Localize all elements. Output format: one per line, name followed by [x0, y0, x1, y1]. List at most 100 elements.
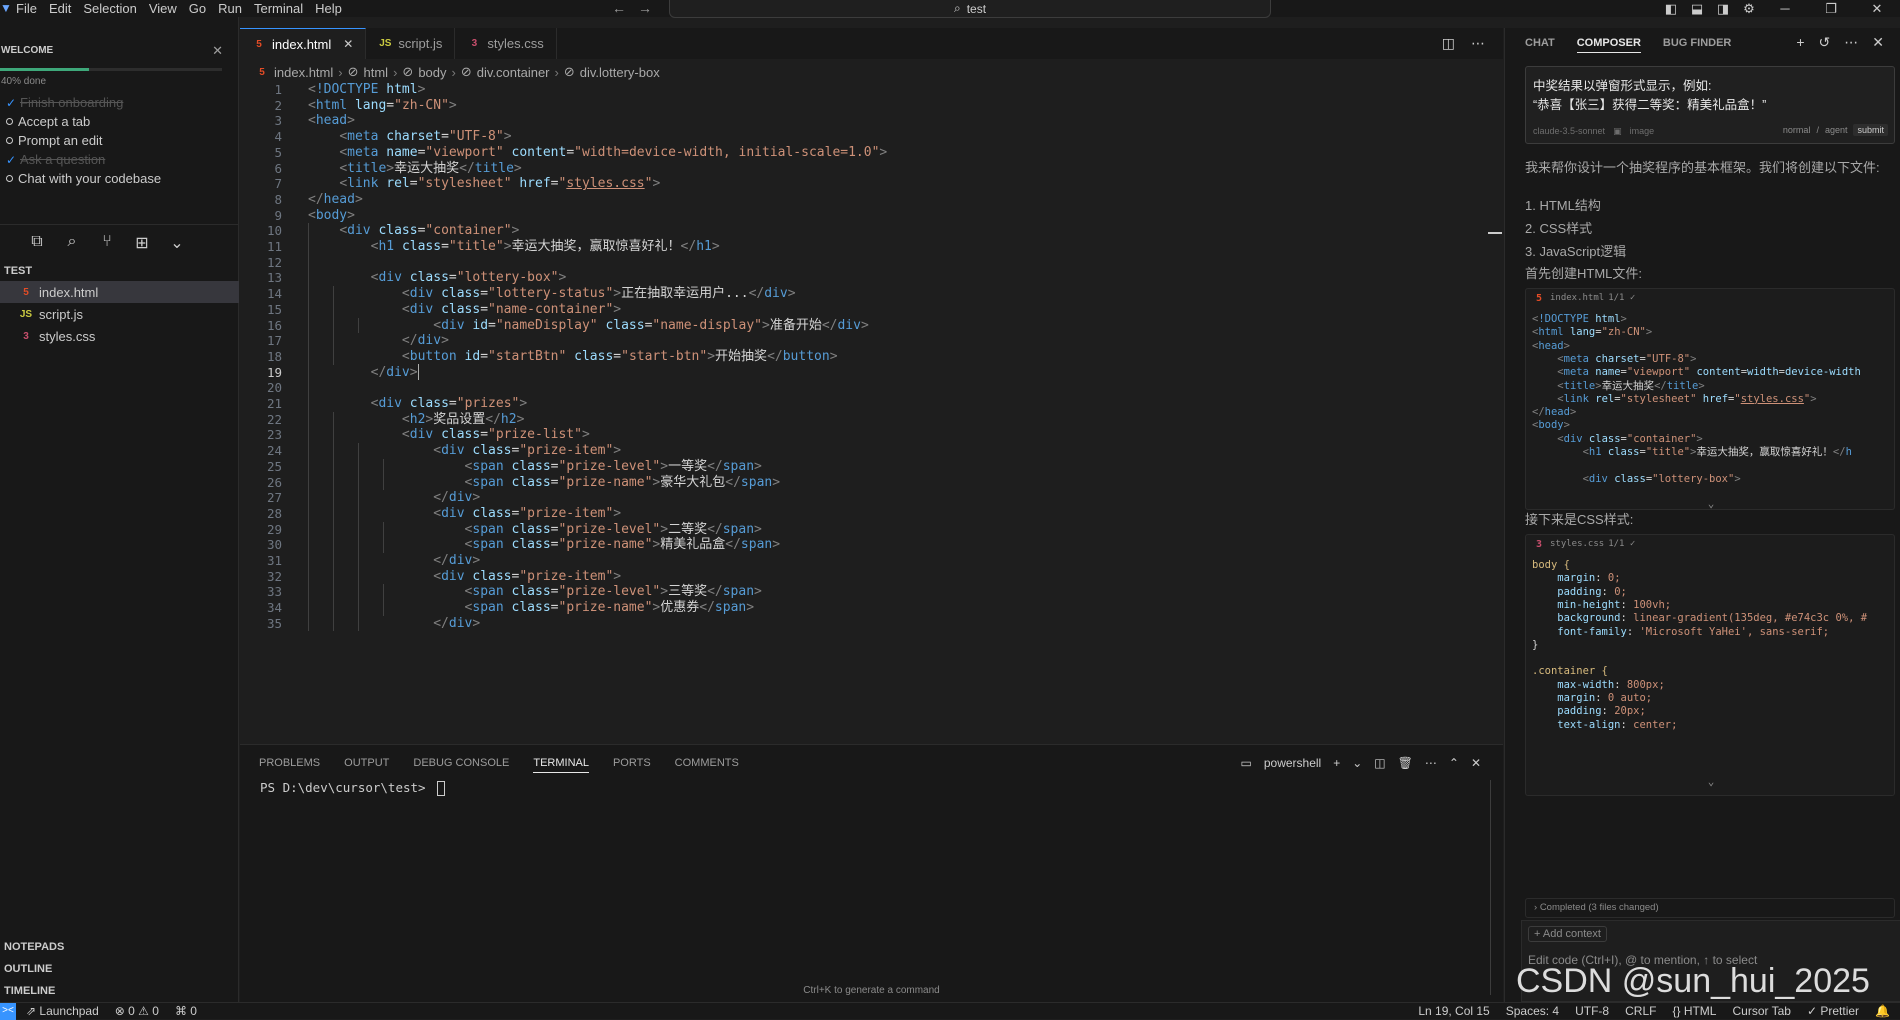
extensions-icon[interactable]: ⊞ — [133, 233, 151, 253]
tab-output[interactable]: OUTPUT — [344, 757, 389, 773]
command-center-search[interactable]: ⌕ test — [669, 0, 1271, 18]
terminal-output[interactable]: PS D:\dev\cursor\test> — [260, 780, 446, 796]
breadcrumb-item[interactable]: body — [418, 65, 446, 80]
code-card-file[interactable]: styles.css — [1550, 539, 1604, 549]
end-of-line[interactable]: CRLF — [1625, 1003, 1656, 1019]
menu-go[interactable]: Go — [183, 0, 212, 17]
chevron-down-icon[interactable]: ⌄ — [1352, 756, 1362, 770]
toggle-secondary-sidebar-icon[interactable]: ◨ — [1710, 0, 1736, 17]
tab-comments[interactable]: COMMENTS — [675, 757, 739, 773]
mode-agent[interactable]: agent — [1825, 125, 1848, 135]
explorer-file-index-html[interactable]: 5 index.html — [0, 281, 239, 303]
tab-ports[interactable]: PORTS — [613, 757, 651, 773]
chevron-right-icon: › — [554, 64, 559, 80]
indentation[interactable]: Spaces: 4 — [1506, 1003, 1559, 1019]
menu-view[interactable]: View — [143, 0, 183, 17]
menu-edit[interactable]: Edit — [43, 0, 77, 17]
back-arrow-icon[interactable]: ← — [612, 0, 626, 17]
menu-help[interactable]: Help — [309, 0, 348, 17]
menu-file[interactable]: File — [10, 0, 43, 17]
onboarding-item-prompt-edit[interactable]: Prompt an edit — [6, 133, 103, 148]
encoding[interactable]: UTF-8 — [1575, 1003, 1609, 1019]
completed-summary[interactable]: › Completed (3 files changed) — [1525, 898, 1895, 918]
close-window-icon[interactable]: ✕ — [1854, 0, 1900, 17]
explorer-file-styles-css[interactable]: 3 styles.css — [0, 325, 239, 347]
tab-debug-console[interactable]: DEBUG CONSOLE — [413, 757, 509, 773]
onboarding-item-finish[interactable]: ✓ Finish onboarding — [6, 95, 123, 110]
explorer-file-script-js[interactable]: JS script.js — [0, 303, 239, 325]
toggle-panel-icon[interactable]: ⬓ — [1684, 0, 1710, 17]
close-panel-icon[interactable]: ✕ — [1471, 756, 1481, 770]
new-terminal-icon[interactable]: + — [1333, 756, 1340, 770]
chevron-down-icon[interactable]: ⌄ — [168, 233, 186, 253]
maximize-panel-icon[interactable]: ⌃ — [1449, 756, 1459, 770]
trash-icon[interactable]: 🗑 — [1398, 756, 1413, 770]
cursor-tab[interactable]: Cursor Tab — [1732, 1003, 1790, 1019]
tab-chat[interactable]: CHAT — [1525, 37, 1555, 53]
new-chat-plus-icon[interactable]: + — [1796, 34, 1804, 51]
model-selector[interactable]: claude-3.5-sonnet — [1533, 126, 1605, 137]
notepads-section[interactable]: NOTEPADS — [4, 941, 64, 953]
forward-arrow-icon[interactable]: → — [638, 0, 652, 17]
menu-terminal[interactable]: Terminal — [248, 0, 309, 17]
menu-selection[interactable]: Selection — [77, 0, 142, 17]
tab-styles-css[interactable]: 3 styles.css — [455, 28, 557, 59]
remote-icon[interactable]: >< — [0, 1003, 16, 1020]
more-actions-icon[interactable]: ⋯ — [1844, 34, 1858, 51]
more-actions-icon[interactable]: ⋯ — [1471, 35, 1485, 52]
search-icon[interactable]: ⌕ — [63, 233, 81, 253]
launchpad-item[interactable]: ⇗ Launchpad — [26, 1003, 99, 1019]
panel-scrollbar[interactable] — [1490, 780, 1491, 995]
tab-script-js[interactable]: JS script.js — [366, 28, 456, 59]
tab-terminal[interactable]: TERMINAL — [533, 757, 589, 773]
breadcrumb-item[interactable]: html — [364, 65, 389, 80]
problems-count[interactable]: ⊗ 0 ⚠ 0 — [115, 1003, 159, 1019]
close-tab-icon[interactable]: ✕ — [343, 37, 353, 51]
prettier[interactable]: ✓ Prettier — [1807, 1003, 1859, 1019]
css-code-card[interactable]: 3 styles.css 1/1 ✓ ⌄ body { margin: 0; p… — [1525, 534, 1895, 796]
breadcrumb-item[interactable]: index.html — [274, 65, 333, 80]
html-code-card[interactable]: 5 index.html 1/1 ✓ ⌄ <!DOCTYPE html> <htm… — [1525, 288, 1895, 510]
code-line[interactable]: 35 </div> — [240, 614, 1480, 633]
notifications-bell-icon[interactable]: 🔔 — [1875, 1003, 1890, 1019]
tab-index-html[interactable]: 5 index.html ✕ — [240, 28, 367, 59]
image-attach-icon[interactable]: ▣ — [1613, 126, 1622, 137]
tab-composer[interactable]: COMPOSER — [1576, 37, 1641, 53]
split-terminal-icon[interactable]: ◫ — [1374, 756, 1385, 770]
ports-count[interactable]: ⌘ 0 — [175, 1003, 197, 1019]
toggle-sidebar-icon[interactable]: ◧ — [1658, 0, 1684, 17]
tab-bug-finder[interactable]: BUG FINDER — [1663, 37, 1731, 53]
close-chat-icon[interactable]: ✕ — [1872, 34, 1884, 51]
code-editor[interactable]: 1 <!DOCTYPE html> 2 <html lang="zh-CN"> 3 <he… — [240, 82, 1503, 744]
element-icon: ⊘ — [563, 64, 575, 79]
timeline-section[interactable]: TIMELINE — [4, 985, 55, 997]
explorer-folder-title[interactable]: TEST — [4, 265, 32, 277]
onboarding-item-accept-tab[interactable]: Accept a tab — [6, 114, 90, 129]
cursor-position[interactable]: Ln 19, Col 15 — [1418, 1003, 1489, 1019]
add-context-button[interactable]: + Add context — [1528, 926, 1607, 942]
breadcrumb-item[interactable]: div.container — [477, 65, 550, 80]
language-mode[interactable]: {} HTML — [1672, 1003, 1716, 1019]
shell-name[interactable]: powershell — [1264, 756, 1321, 770]
source-control-icon[interactable]: ⑂ — [98, 233, 116, 253]
code-card-file[interactable]: index.html — [1550, 293, 1604, 303]
more-actions-icon[interactable]: ⋯ — [1425, 756, 1437, 770]
explorer-files-icon[interactable]: ⧉ — [28, 233, 46, 253]
split-editor-icon[interactable]: ◫ — [1442, 35, 1455, 52]
restore-window-icon[interactable]: ❐ — [1808, 0, 1854, 17]
mode-normal[interactable]: normal — [1783, 125, 1811, 135]
onboarding-item-ask-question[interactable]: ✓ Ask a question — [6, 152, 105, 167]
expand-chevron-icon[interactable]: ⌄ — [1526, 775, 1894, 788]
breadcrumb-item[interactable]: div.lottery-box — [580, 65, 660, 80]
expand-chevron-icon[interactable]: ⌄ — [1526, 497, 1894, 509]
outline-section[interactable]: OUTLINE — [4, 963, 52, 975]
settings-gear-icon[interactable]: ⚙ — [1736, 0, 1762, 17]
close-welcome-icon[interactable]: ✕ — [212, 43, 223, 59]
tab-problems[interactable]: PROBLEMS — [259, 757, 320, 773]
submit-button[interactable]: submit — [1853, 124, 1888, 136]
user-request-box[interactable]: 中奖结果以弹窗形式显示，例如: “恭喜【张三】获得二等奖：精美礼品盒！” cla… — [1525, 66, 1895, 144]
onboarding-item-chat-codebase[interactable]: Chat with your codebase — [6, 171, 161, 186]
menu-run[interactable]: Run — [212, 0, 248, 17]
history-icon[interactable]: ↺ — [1819, 34, 1831, 51]
minimize-window-icon[interactable]: ─ — [1762, 0, 1808, 17]
